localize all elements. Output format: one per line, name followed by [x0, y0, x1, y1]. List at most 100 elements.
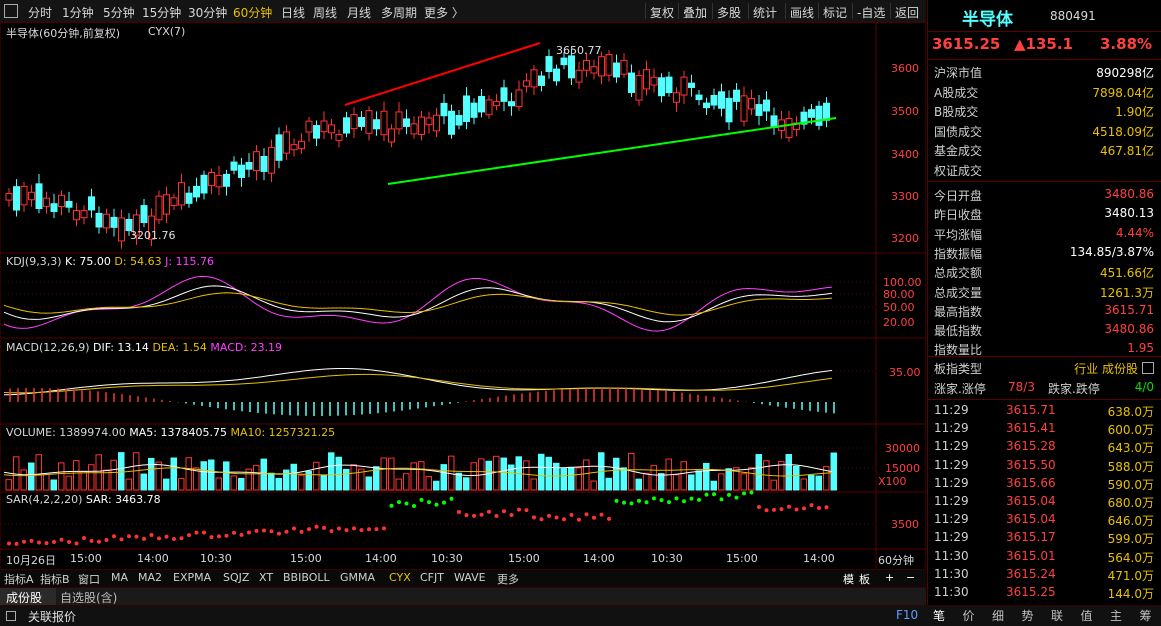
- period-toolbar: 分时 1分钟 5分钟 15分钟 30分钟 60分钟 日线 周线 月线 多周期 更多 〉 复权 叠加 多股…: [0, 0, 926, 23]
- grid-icon[interactable]: [1142, 362, 1154, 374]
- candle-body: [605, 54, 613, 76]
- toolbar-btn-0[interactable]: 复权: [650, 4, 674, 21]
- detail-tab-0[interactable]: 笔: [933, 607, 945, 624]
- volume-bar: [343, 468, 350, 491]
- stat-label: A股成交: [934, 85, 979, 100]
- stat-value: 1.90亿: [1115, 105, 1154, 119]
- indicator-tab-4[interactable]: MA2: [138, 571, 162, 584]
- indicator-tab-7[interactable]: XT: [259, 571, 273, 584]
- period-tab-1[interactable]: 1分钟: [62, 4, 94, 21]
- toolbar-btn-2[interactable]: 多股: [717, 4, 741, 21]
- indicator-tab-1[interactable]: 指标B: [40, 571, 70, 587]
- sar-dot: [809, 503, 814, 508]
- kline-chart[interactable]: 半导体(60分钟,前复权) CYX(7) 3650.77 3201.76 KDJ…: [0, 22, 926, 570]
- candle-body: [343, 117, 350, 134]
- tick-time: 11:30: [934, 585, 969, 599]
- period-tab-3[interactable]: 15分钟: [142, 4, 181, 21]
- indicator-tab-13[interactable]: 更多: [497, 571, 519, 587]
- period-label: 60分钟: [878, 554, 914, 567]
- sidebar-toggle-icon[interactable]: [4, 4, 18, 18]
- candle-body: [185, 192, 193, 204]
- indicator-tab-2[interactable]: 窗口: [78, 571, 100, 587]
- indicator-tab-6[interactable]: SQJZ: [223, 571, 249, 584]
- volume-bar: [260, 458, 267, 491]
- period-tab-10[interactable]: 更多 〉: [424, 4, 464, 21]
- volume-axis-tick: 30000: [885, 442, 920, 455]
- sar-dot: [292, 526, 296, 531]
- indicator-tab-8[interactable]: BBIBOLL: [283, 571, 330, 584]
- stat-value: 467.81亿: [1100, 144, 1154, 158]
- period-tab-5[interactable]: 60分钟: [233, 4, 272, 21]
- candle-body: [455, 115, 463, 126]
- period-tab-7[interactable]: 周线: [313, 4, 337, 21]
- detail-tab-2[interactable]: 细: [992, 607, 1004, 624]
- indicator-right-0[interactable]: 模: [843, 571, 854, 587]
- period-tab-0[interactable]: 分时: [28, 4, 52, 21]
- indicator-tab-11[interactable]: CFJT: [420, 571, 444, 584]
- toolbar-separator: [785, 3, 786, 19]
- sar-dot: [314, 524, 319, 529]
- volume-ma5: MA5: 1378405.75: [129, 426, 227, 439]
- volume-bar: [755, 454, 762, 491]
- period-tab-2[interactable]: 5分钟: [103, 4, 135, 21]
- candle-body: [238, 164, 245, 178]
- toolbar-btn-1[interactable]: 叠加: [683, 4, 707, 21]
- indicator-tab-12[interactable]: WAVE: [454, 571, 486, 584]
- volume-bar: [163, 478, 170, 491]
- candle-body: [418, 116, 425, 135]
- detail-tab-4[interactable]: 联: [1051, 607, 1063, 624]
- candle-body: [470, 102, 478, 118]
- tab-constituents[interactable]: 成份股: [0, 588, 56, 605]
- indicator-right-2[interactable]: +: [885, 571, 894, 584]
- indicator-right-1[interactable]: 板: [859, 571, 870, 587]
- period-tab-9[interactable]: 多周期: [381, 4, 417, 21]
- detail-tab-3[interactable]: 势: [1022, 607, 1034, 624]
- volume-bar: [170, 457, 177, 491]
- candle-body: [620, 59, 628, 75]
- time-axis-label: 14:00: [365, 552, 397, 565]
- candle-body: [725, 97, 733, 123]
- period-tab-6[interactable]: 日线: [281, 4, 305, 21]
- sar-dot: [457, 510, 461, 515]
- indicator-tab-9[interactable]: GMMA: [340, 571, 375, 584]
- sar-dot: [757, 505, 761, 510]
- sar-dot: [307, 527, 311, 532]
- candle-body: [658, 77, 665, 97]
- sar-dot: [224, 533, 229, 538]
- tab-watchlist-label: 自选股(含): [60, 591, 118, 605]
- stat-label: 基金成交: [934, 144, 983, 158]
- toolbar-btn-7[interactable]: 返回: [895, 4, 919, 21]
- indicator-tab-3[interactable]: MA: [111, 571, 128, 584]
- sar-dot: [284, 529, 289, 534]
- candle-body: [335, 133, 343, 141]
- candle-body: [155, 195, 163, 221]
- indicator-tab-0[interactable]: 指标A: [4, 571, 34, 587]
- candle-body: [73, 210, 80, 221]
- f10-button[interactable]: F10: [896, 608, 918, 622]
- related-quotes-label[interactable]: 关联报价: [28, 608, 76, 625]
- volume-name: VOLUME: 1389974.00: [6, 426, 126, 439]
- volume-bar: [530, 478, 537, 491]
- detail-tab-7[interactable]: 筹: [1140, 607, 1152, 624]
- indicator-tab-10[interactable]: CYX: [389, 571, 411, 584]
- detail-tab-5[interactable]: 值: [1081, 607, 1093, 624]
- toolbar-separator: [678, 3, 679, 19]
- toolbar-btn-5[interactable]: 标记: [823, 4, 847, 21]
- sar-dot: [172, 537, 176, 542]
- volume-bar: [313, 461, 320, 491]
- toolbar-separator: [890, 3, 891, 19]
- candle-body: [500, 87, 508, 102]
- indicator-right-3[interactable]: −: [906, 571, 915, 584]
- detail-tab-1[interactable]: 价: [963, 607, 975, 624]
- candle-body: [770, 115, 778, 128]
- toolbar-btn-3[interactable]: 统计: [753, 4, 777, 21]
- indicator-tab-5[interactable]: EXPMA: [173, 571, 211, 584]
- toolbar-btn-6[interactable]: -自选: [857, 4, 885, 21]
- period-tab-4[interactable]: 30分钟: [188, 4, 227, 21]
- toolbar-btn-4[interactable]: 画线: [790, 4, 814, 21]
- period-tab-8[interactable]: 月线: [347, 4, 371, 21]
- board-type-value[interactable]: 行业 成份股: [1074, 360, 1138, 377]
- tab-watchlist[interactable]: 自选股(含): [58, 588, 138, 605]
- expand-icon[interactable]: [6, 611, 16, 621]
- detail-tab-6[interactable]: 主: [1110, 607, 1122, 624]
